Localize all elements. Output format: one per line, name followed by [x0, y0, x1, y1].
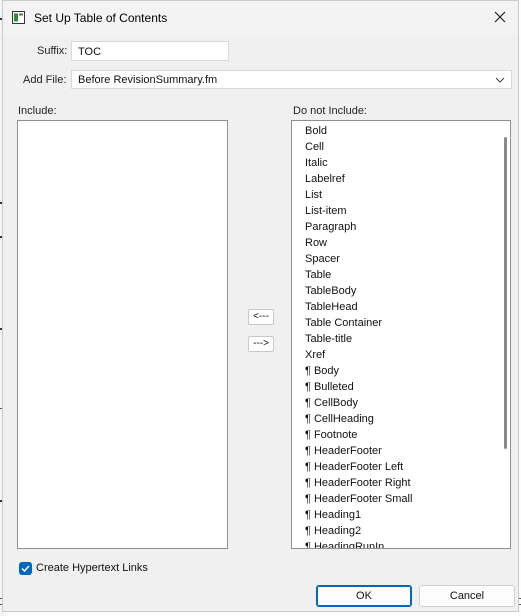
move-to-include-button[interactable]: <--- [248, 309, 274, 325]
list-item[interactable]: Bold [292, 123, 496, 139]
include-label: Include: [18, 105, 57, 117]
include-list[interactable] [17, 120, 228, 549]
list-item[interactable]: Cell [292, 139, 496, 155]
ok-button[interactable]: OK [316, 585, 412, 607]
cancel-button[interactable]: Cancel [419, 585, 515, 607]
hypertext-checkbox[interactable] [19, 562, 32, 575]
list-item[interactable]: ¶ Heading2 [292, 523, 496, 539]
exclude-items: Bold Cell Italic Labelref List List-item Parag… [292, 123, 496, 548]
list-item[interactable]: Paragraph [292, 219, 496, 235]
chevron-down-icon [495, 77, 505, 83]
dialog-title: Set Up Table of Contents [34, 11, 168, 25]
list-item[interactable]: Table-title [292, 331, 496, 347]
close-icon[interactable] [488, 5, 512, 29]
exclude-label: Do not Include: [293, 105, 367, 117]
add-file-value: Before RevisionSummary.fm [78, 74, 218, 86]
list-item[interactable]: TableBody [292, 283, 496, 299]
checkmark-icon [21, 565, 30, 573]
move-to-exclude-button[interactable]: ---> [248, 336, 274, 352]
list-item[interactable]: TableHead [292, 299, 496, 315]
app-window-icon [12, 11, 25, 24]
exclude-list[interactable]: Bold Cell Italic Labelref List List-item Parag… [291, 120, 511, 549]
toc-setup-dialog: Set Up Table of Contents Suffix: TOC Add… [2, 0, 519, 612]
list-item[interactable]: ¶ Body [292, 363, 496, 379]
list-item[interactable]: ¶ Heading1 [292, 507, 496, 523]
list-item[interactable]: Italic [292, 155, 496, 171]
suffix-input[interactable]: TOC [71, 41, 229, 61]
list-item[interactable]: List [292, 187, 496, 203]
suffix-label: Suffix: [37, 45, 68, 57]
title-bar: Set Up Table of Contents [3, 1, 518, 35]
list-item[interactable]: ¶ HeaderFooter Right [292, 475, 496, 491]
list-item[interactable]: ¶ HeaderFooter Left [292, 459, 496, 475]
vertical-scrollbar[interactable] [504, 137, 507, 449]
list-item[interactable]: ¶ HeaderFooter Small [292, 491, 496, 507]
hypertext-label: Create Hypertext Links [36, 562, 148, 574]
list-item[interactable]: Labelref [292, 171, 496, 187]
add-file-label: Add File: [23, 74, 67, 86]
list-item[interactable]: List-item [292, 203, 496, 219]
list-item[interactable]: ¶ Footnote [292, 427, 496, 443]
list-item[interactable]: ¶ HeaderFooter [292, 443, 496, 459]
list-item[interactable]: ¶ HeadingRunIn [292, 539, 496, 548]
list-item[interactable]: ¶ CellHeading [292, 411, 496, 427]
list-item[interactable]: Xref [292, 347, 496, 363]
list-item[interactable]: ¶ CellBody [292, 395, 496, 411]
list-item[interactable]: Table [292, 267, 496, 283]
add-file-select[interactable]: Before RevisionSummary.fm [71, 70, 512, 89]
list-item[interactable]: Row [292, 235, 496, 251]
list-item[interactable]: Spacer [292, 251, 496, 267]
suffix-value: TOC [78, 46, 102, 58]
list-item[interactable]: Table Container [292, 315, 496, 331]
list-item[interactable]: ¶ Bulleted [292, 379, 496, 395]
